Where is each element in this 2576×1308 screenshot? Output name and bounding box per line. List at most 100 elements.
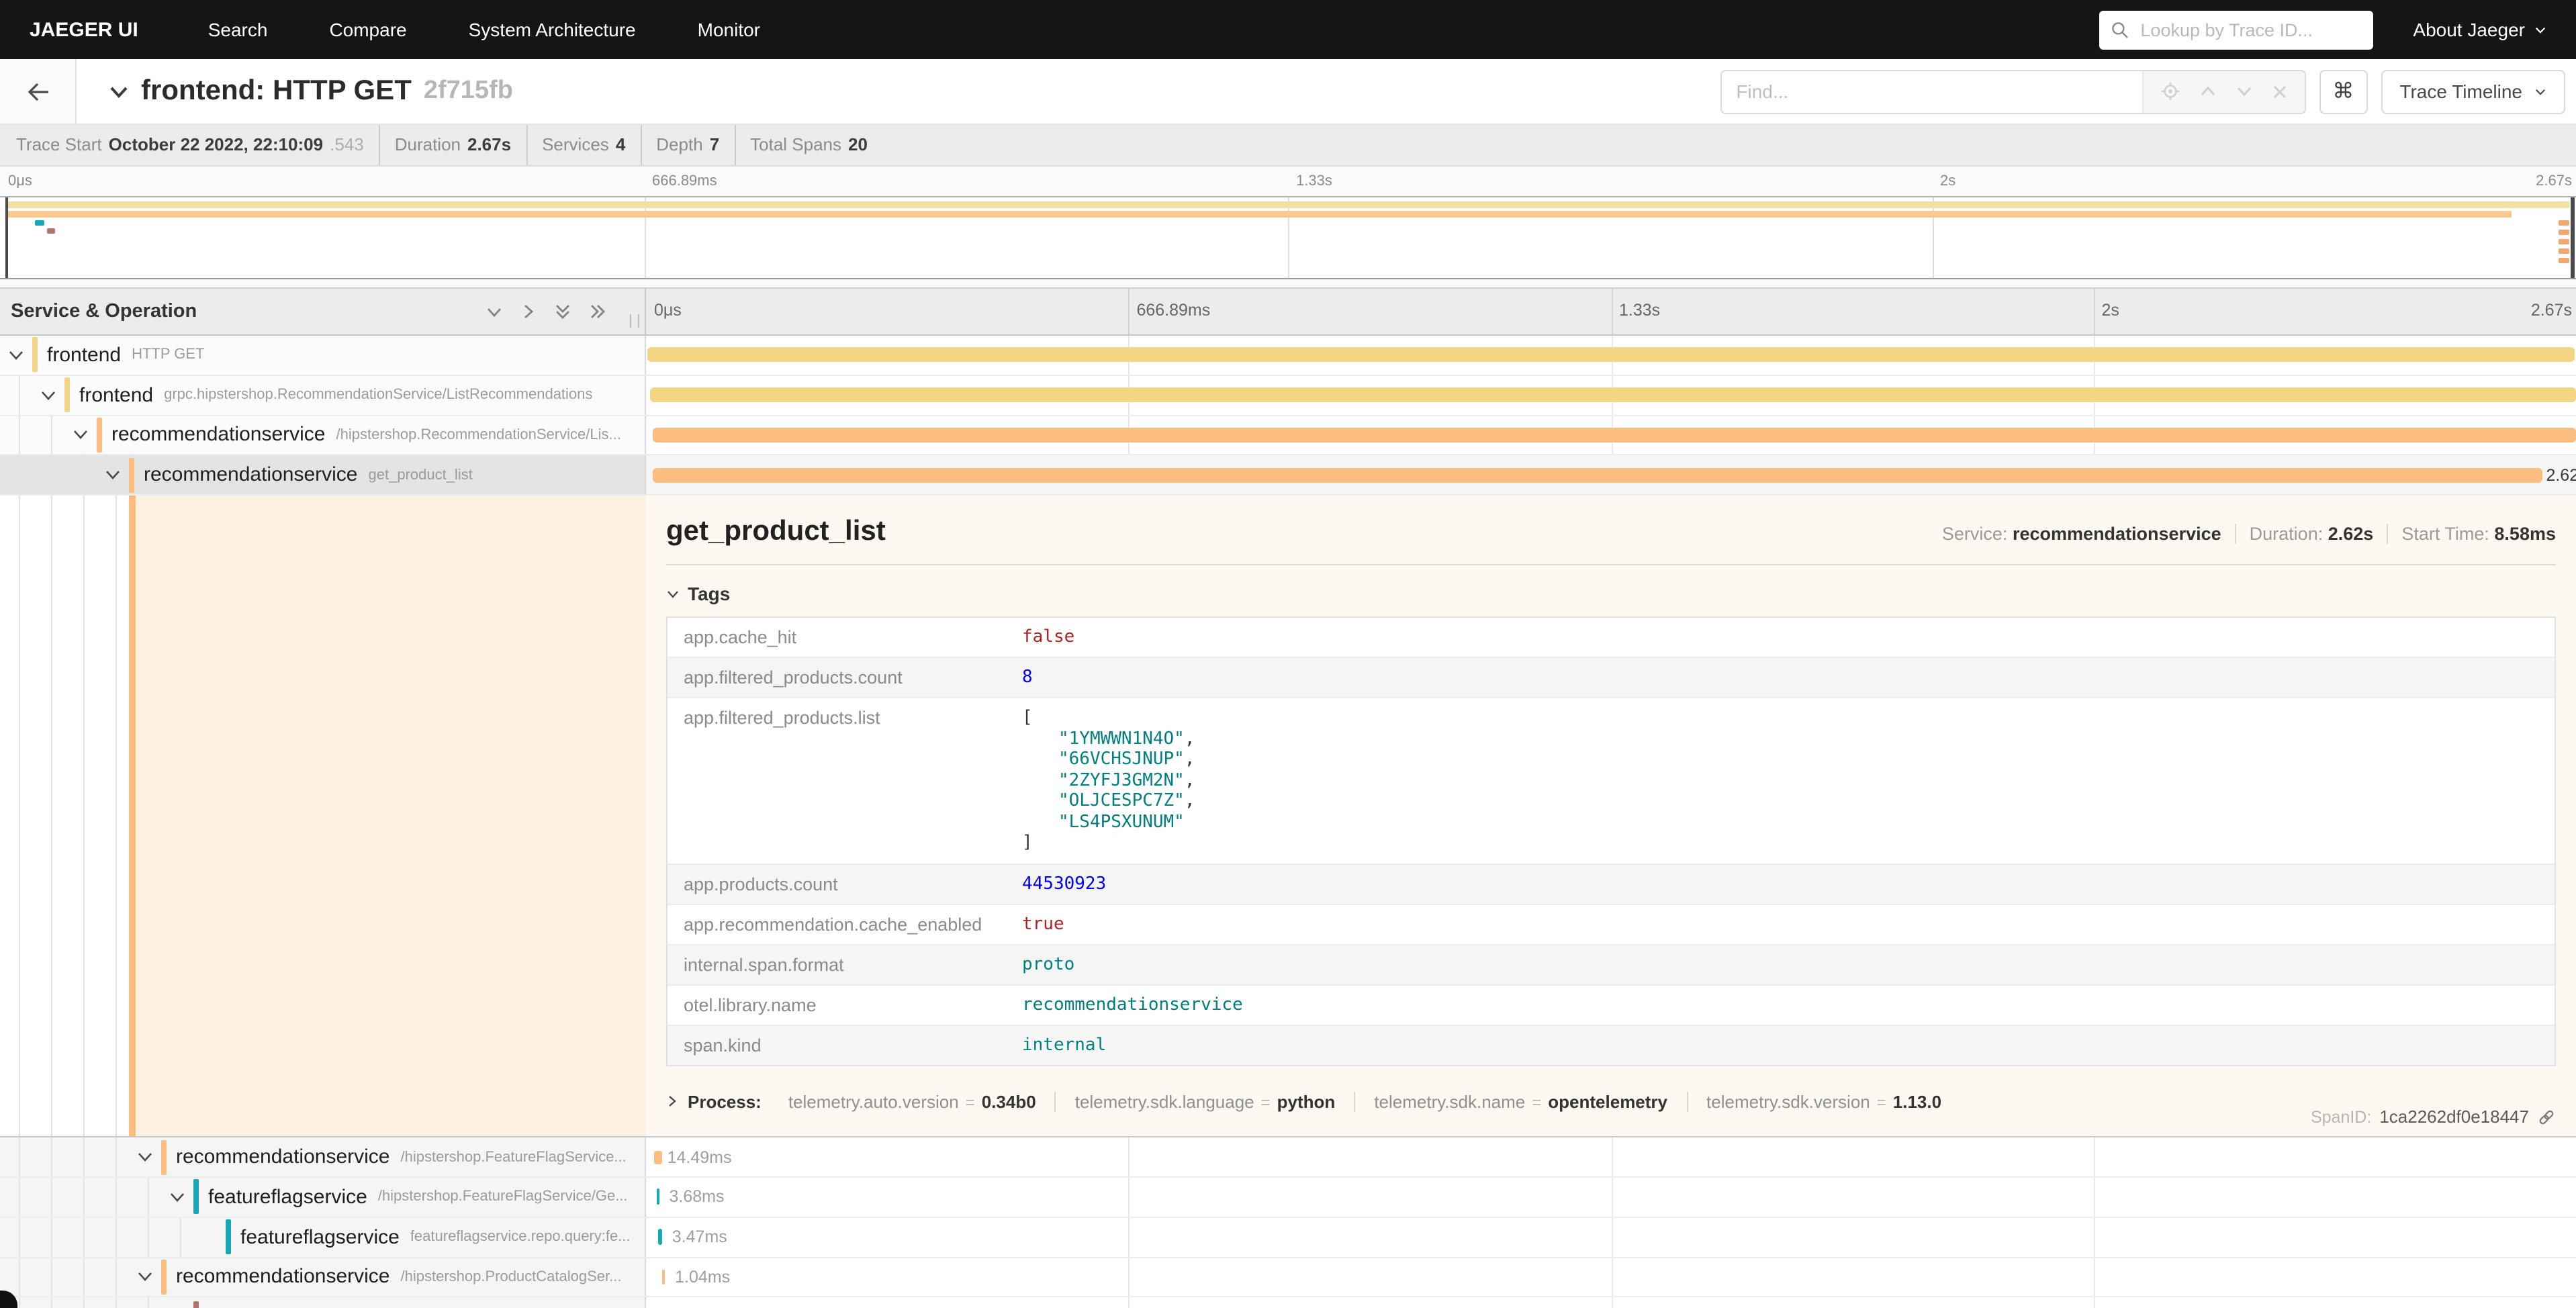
span-service: recommendationservice [176, 1266, 390, 1289]
minimap-span-bar [2558, 258, 2569, 263]
span-duration-label: 3.68ms [669, 1188, 724, 1207]
chevron-down-icon[interactable] [137, 1150, 153, 1164]
locate-icon[interactable] [2160, 82, 2179, 101]
span-name-cell[interactable]: recommendationservice /hipstershop.Featu… [0, 1137, 646, 1176]
span-name-cell[interactable]: frontend grpc.hipstershop.Recommendation… [0, 376, 646, 415]
minimap-span-bar [2558, 248, 2569, 254]
collapse-one-chevron-down-icon[interactable] [486, 304, 502, 319]
span-timeline-cell: 2.62s [646, 456, 2576, 495]
span-name-cell[interactable]: featureflagservice /hipstershop.FeatureF… [0, 1178, 646, 1217]
prev-result-chevron-up-icon[interactable] [2199, 85, 2215, 98]
column-resize-handle[interactable] [630, 314, 639, 328]
tags-section-header[interactable]: Tags [666, 583, 2556, 604]
chevron-down-icon[interactable] [73, 428, 89, 442]
link-icon[interactable] [2537, 1107, 2556, 1126]
span-bar[interactable] [659, 1229, 662, 1245]
nav-item-search[interactable]: Search [208, 19, 268, 40]
span-table-header: Service & Operation 0μs [0, 287, 2576, 336]
chevron-down-icon[interactable] [40, 387, 56, 402]
minimap-right-drag-handle[interactable] [2571, 197, 2575, 278]
process-section[interactable]: Process: telemetry.auto.version=0.34b0 t… [666, 1091, 2556, 1111]
trace-view-selector[interactable]: Trace Timeline [2381, 69, 2565, 113]
tag-row[interactable]: app.products.count 44530923 [668, 863, 2555, 903]
tag-row[interactable]: app.recommendation.cache_enabled true [668, 903, 2555, 943]
collapse-trace-chevron-icon[interactable] [109, 83, 129, 100]
trace-services: Services4 [526, 125, 640, 165]
span-detail-left-column [0, 496, 646, 1136]
span-bar[interactable] [662, 1270, 665, 1284]
back-button[interactable] [0, 59, 77, 124]
expand-one-chevron-right-icon[interactable] [521, 303, 536, 320]
chevron-right-icon [666, 1094, 678, 1108]
nav-item-compare[interactable]: Compare [329, 19, 406, 40]
minimap-left-drag-handle[interactable] [5, 197, 8, 278]
about-jaeger-label: About Jaeger [2413, 19, 2525, 40]
service-color-bar [129, 496, 136, 1136]
process-label: Process: [688, 1091, 762, 1111]
span-name-cell[interactable]: featureflagservice featureflagservice.re… [0, 1218, 646, 1257]
detail-service: Service: recommendationservice [1929, 524, 2235, 544]
span-service: featureflagservice [208, 1186, 367, 1209]
service-color-bar [129, 458, 134, 493]
span-timeline-cell [646, 336, 2576, 375]
collapse-all-double-chevron-down-icon[interactable] [555, 303, 571, 320]
span-operation: featureflagservice.repo.query:fe... [410, 1229, 631, 1245]
nav-right: About Jaeger [2099, 10, 2546, 49]
nav-links: Search Compare System Architecture Monit… [208, 19, 760, 40]
tag-key: span.kind [668, 1025, 1022, 1064]
span-duration-label: 2.62s [2546, 466, 2576, 485]
trace-lookup-input[interactable] [2137, 18, 2360, 41]
next-result-chevron-down-icon[interactable] [2236, 85, 2252, 98]
span-service: frontend [47, 344, 121, 367]
nav-item-system-architecture[interactable]: System Architecture [469, 19, 636, 40]
minimap-span-bar [2558, 230, 2569, 235]
tag-row[interactable]: app.filtered_products.list [ "1YMWWN1N4O… [668, 697, 2555, 863]
search-icon [2111, 21, 2128, 38]
span-name-cell[interactable]: recommendationservice /hipstershop.Recom… [0, 416, 646, 455]
nav-item-monitor[interactable]: Monitor [698, 19, 760, 40]
expand-all-double-chevron-right-icon[interactable] [590, 303, 607, 320]
chevron-down-icon[interactable] [137, 1270, 153, 1284]
trace-lookup-box [2099, 10, 2373, 49]
span-name-cell[interactable]: recommendationservice get_product_list [0, 456, 646, 495]
tag-row[interactable]: span.kind internal [668, 1024, 2555, 1064]
chevron-down-icon[interactable] [105, 468, 121, 483]
keyboard-shortcuts-button[interactable]: ⌘ [2319, 69, 2367, 113]
chevron-down-icon [2534, 85, 2546, 97]
span-timeline-cell: 3.47ms [646, 1218, 2576, 1257]
tag-row[interactable]: app.filtered_products.count 8 [668, 657, 2555, 697]
span-bar[interactable] [653, 468, 2542, 483]
span-row-frontend-http-get: frontend HTTP GET [0, 336, 2576, 376]
span-bar[interactable] [648, 348, 2574, 363]
app-brand[interactable]: JAEGER UI [30, 18, 138, 41]
chevron-down-icon[interactable] [169, 1190, 185, 1205]
minimap-tick-labels: 0μs 666.89ms 1.33s 2s 2.67s [0, 167, 2576, 196]
span-operation: /hipstershop.FeatureFlagService... [401, 1149, 627, 1165]
span-name-cell[interactable]: frontend HTTP GET [0, 336, 646, 375]
tag-row[interactable]: internal.span.format proto [668, 943, 2555, 984]
span-service: frontend [79, 383, 153, 406]
span-row-frontend-grpc: frontend grpc.hipstershop.Recommendation… [0, 376, 2576, 416]
span-operation: /hipstershop.RecommendationService/Lis..… [336, 427, 621, 443]
chevron-down-icon[interactable] [8, 348, 24, 363]
service-operation-header: Service & Operation [0, 289, 646, 334]
tag-row[interactable]: otel.library.name recommendationservice [668, 984, 2555, 1024]
span-row-recommendationservice-productcatalog: recommendationservice /hipstershop.Produ… [0, 1258, 2576, 1298]
span-bar[interactable] [657, 1189, 660, 1205]
tag-value: proto [1022, 945, 1074, 984]
trace-titlebar: frontend: HTTP GET 2f715fb [0, 59, 2576, 125]
span-bar[interactable] [653, 1150, 661, 1164]
minimap-span-bar [7, 201, 2570, 208]
span-name-cell[interactable]: recommendationservice /hipstershop.Produ… [0, 1258, 646, 1297]
clear-find-x-icon[interactable] [2272, 84, 2287, 99]
chevron-down-icon [2534, 24, 2546, 36]
timeline-minimap: 0μs 666.89ms 1.33s 2s 2.67s [0, 167, 2576, 287]
about-jaeger-menu[interactable]: About Jaeger [2413, 19, 2546, 40]
minimap-canvas[interactable] [0, 196, 2576, 279]
tag-row[interactable]: app.cache_hit false [668, 618, 2555, 657]
find-controls [2142, 71, 2304, 112]
find-input[interactable] [1721, 71, 2142, 112]
service-color-bar [193, 1302, 199, 1308]
span-bar[interactable] [650, 387, 2576, 402]
span-bar[interactable] [653, 428, 2576, 442]
